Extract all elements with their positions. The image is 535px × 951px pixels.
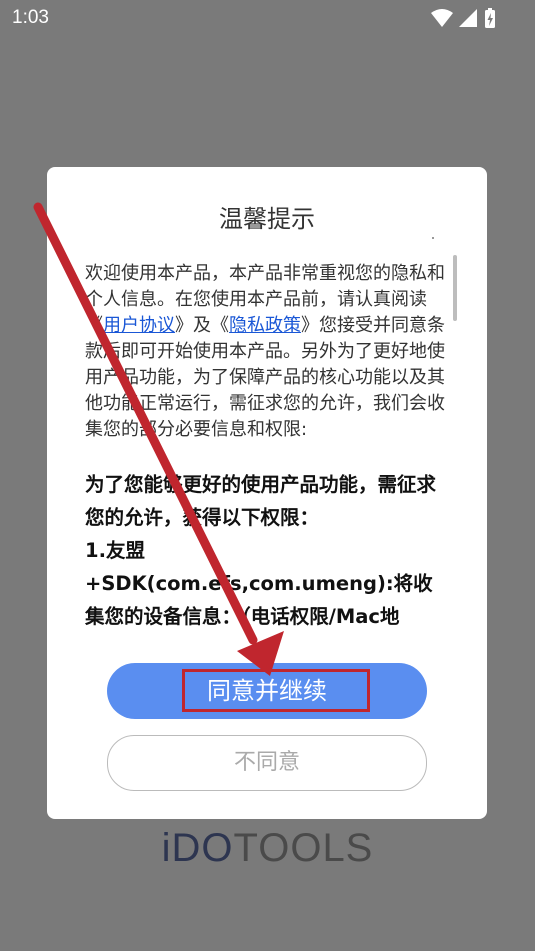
annotation-highlight-box (182, 669, 370, 712)
brand-logo: iDOTOOLS (0, 826, 535, 871)
brand-logo-part2: TOOLS (233, 826, 374, 870)
status-icons (431, 8, 495, 28)
user-agreement-link[interactable]: 用户协议 (103, 315, 175, 336)
intro-text-2: 》及《 (175, 315, 229, 336)
intro-paragraph: 欢迎使用本产品，本产品非常重视您的隐私和个人信息。在您使用本产品前，请认真阅读《… (85, 261, 445, 443)
dialog-decoration-dot (432, 237, 434, 239)
scrollbar[interactable] (453, 255, 457, 321)
signal-icon (459, 9, 477, 27)
permissions-heading: 为了您能够更好的使用产品功能，需征求您的允许，获得以下权限： (85, 473, 437, 529)
privacy-dialog: 温馨提示 欢迎使用本产品，本产品非常重视您的隐私和个人信息。在您使用本产品前，请… (47, 167, 487, 819)
wifi-icon (431, 9, 453, 27)
brand-logo-part1: iDO (161, 826, 234, 870)
privacy-policy-link[interactable]: 隐私政策 (229, 315, 301, 336)
dialog-scroll-content[interactable]: 欢迎使用本产品，本产品非常重视您的隐私和个人信息。在您使用本产品前，请认真阅读《… (85, 261, 445, 631)
status-bar: 1:03 (0, 0, 535, 36)
battery-charging-icon (485, 8, 495, 28)
permission-item: 1.友盟+SDK(com.efs,com.umeng):将收集您的设备信息：（电… (85, 539, 433, 628)
dialog-title: 温馨提示 (219, 205, 315, 233)
decline-button[interactable]: 不同意 (107, 735, 427, 791)
status-time: 1:03 (12, 7, 49, 28)
